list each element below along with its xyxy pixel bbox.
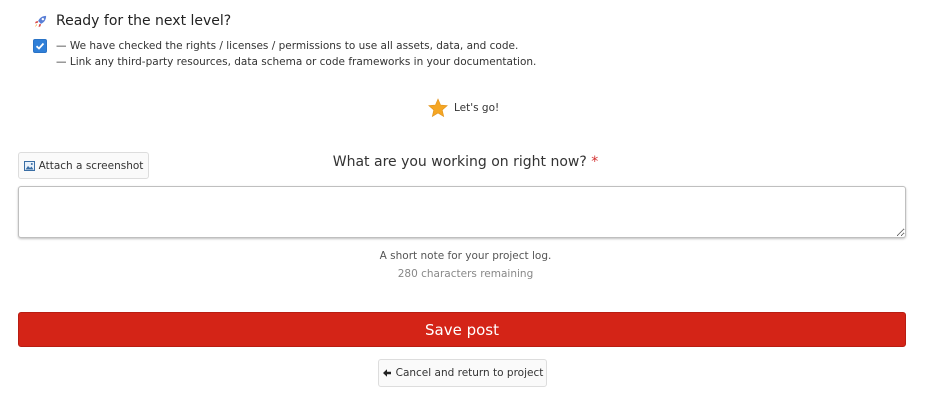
lets-go: Let's go! xyxy=(428,97,499,119)
post-form: Ready for the next level? — We have chec… xyxy=(0,0,931,401)
rights-line-1: — We have checked the rights / licenses … xyxy=(56,40,519,52)
question-heading: What are you working on right now? * xyxy=(0,154,931,170)
cancel-button[interactable]: Cancel and return to project xyxy=(378,359,547,387)
star-icon xyxy=(428,98,448,118)
rights-text: — We have checked the rights / licenses … xyxy=(56,38,536,70)
cancel-label: Cancel and return to project xyxy=(395,367,544,379)
lets-go-label: Let's go! xyxy=(454,102,500,114)
ready-heading-text: Ready for the next level? xyxy=(56,13,232,29)
ready-heading: Ready for the next level? xyxy=(33,11,231,31)
save-post-button[interactable]: Save post xyxy=(18,312,906,347)
checkmark-icon xyxy=(35,42,45,50)
required-marker: * xyxy=(591,154,599,170)
note-help-text: A short note for your project log. xyxy=(379,250,552,262)
rights-line-2: — Link any third-party resources, data s… xyxy=(56,56,537,68)
characters-remaining: 280 characters remaining xyxy=(397,268,534,280)
rights-checkbox[interactable] xyxy=(33,39,47,53)
rocket-icon xyxy=(34,15,47,27)
arrow-left-icon xyxy=(382,369,391,377)
rights-confirmation: — We have checked the rights / licenses … xyxy=(33,38,536,70)
question-label: What are you working on right now? xyxy=(332,154,587,170)
note-textarea[interactable] xyxy=(18,186,906,238)
